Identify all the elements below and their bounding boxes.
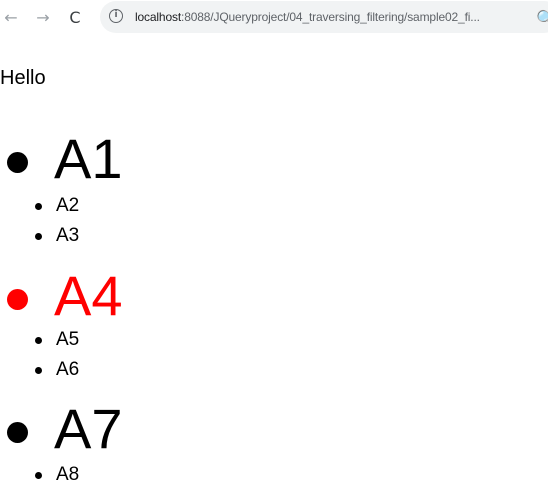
forward-arrow-icon: → [36,7,50,27]
address-bar[interactable]: i localhost:8088/JQueryproject/04_traver… [100,1,548,33]
large-bullet-icon [7,422,28,443]
list-item-label: A7 [54,397,123,460]
large-bullet-icon [7,152,28,173]
small-bullet-icon [35,367,42,374]
reload-icon: C [69,7,81,27]
browser-toolbar: ← → C i localhost:8088/JQueryproject/04_… [0,0,548,36]
small-bullet-icon [35,233,42,240]
forward-button[interactable]: → [32,6,54,28]
list-item-label: A3 [56,225,80,246]
small-bullet-icon [35,337,42,344]
page-content: Hello A1 A2 A3 A4 A5 A6 A7 A8 [0,36,548,489]
url-path: :8088/JQueryproject/04_traversing_filter… [181,10,480,24]
zoom-icon[interactable]: 🔍 [536,9,548,28]
hello-text: Hello [0,67,46,89]
back-button[interactable]: ← [0,6,22,28]
back-arrow-icon: ← [4,7,18,27]
info-icon[interactable]: i [109,9,123,23]
url-text[interactable]: localhost:8088/JQueryproject/04_traversi… [135,10,480,24]
small-bullet-icon [35,472,42,479]
list-item-label: A8 [56,464,80,485]
list-item-label: A5 [56,329,80,350]
list-item-label: A1 [54,127,123,190]
list-item-label: A4 [54,264,123,327]
list-item-label: A2 [56,195,80,216]
url-host: localhost [135,10,182,24]
large-bullet-icon [7,289,28,310]
reload-button[interactable]: C [64,6,86,28]
list-item-label: A6 [56,359,80,380]
small-bullet-icon [35,203,42,210]
